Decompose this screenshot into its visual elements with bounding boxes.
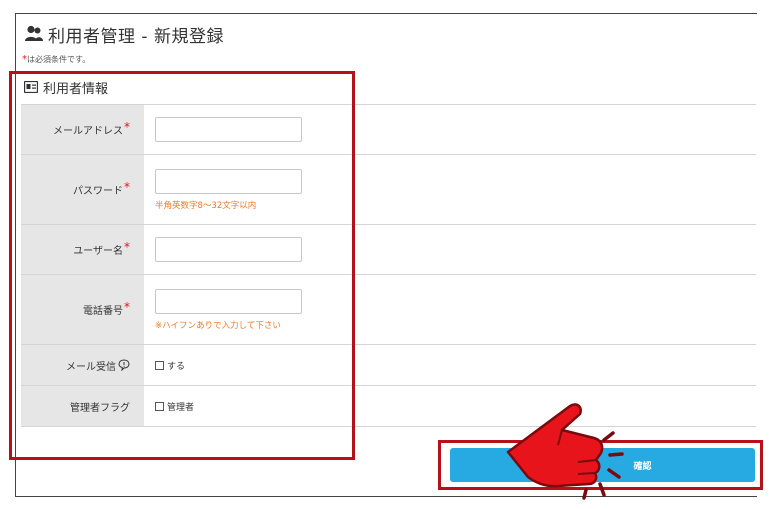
page-header: 利用者管理 - 新規登録 [24, 22, 224, 47]
required-note: *は必須条件です。 [22, 54, 90, 65]
pointing-hand-icon [506, 403, 624, 500]
page-title: 利用者管理 - 新規登録 [48, 26, 224, 47]
users-icon [25, 25, 43, 41]
required-note-text: は必須条件です。 [27, 55, 91, 64]
annotation-highlight-form [9, 71, 355, 460]
